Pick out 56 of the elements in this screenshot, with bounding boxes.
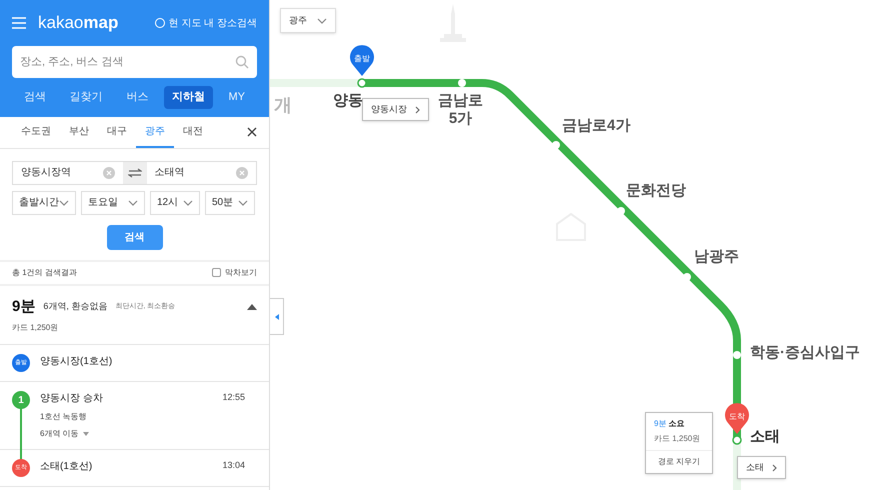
- chevron-right-icon: [415, 106, 420, 114]
- chevron-down-icon: [317, 18, 327, 24]
- search-field[interactable]: 장소, 주소, 버스 검색: [12, 46, 257, 78]
- chevron-down-icon: [183, 200, 193, 206]
- caret-icon: [82, 432, 89, 436]
- chevron-down-icon: [238, 200, 248, 206]
- route-duration: 9분 소요: [653, 418, 686, 430]
- time-select[interactable]: 50분: [205, 190, 255, 214]
- faded-station-label: 개: [274, 94, 292, 117]
- station-popup[interactable]: 소태: [737, 456, 786, 479]
- area-search-checkbox[interactable]: [154, 18, 165, 28]
- start-pin: 출발: [349, 45, 375, 77]
- stations-toggle[interactable]: 6개역 이동: [40, 428, 222, 440]
- region-select[interactable]: 광주: [280, 8, 336, 33]
- station-label: 소태: [750, 428, 780, 446]
- route-time: 9분: [12, 296, 36, 316]
- clear-route-button[interactable]: 경로 지우기: [646, 450, 712, 473]
- area-search-label: 현 지도 내 장소검색: [168, 16, 257, 30]
- region-tab[interactable]: 부산: [60, 116, 98, 148]
- station-label: 남광주: [694, 248, 739, 266]
- collapse-icon[interactable]: [247, 304, 257, 310]
- caret-left-icon: [274, 314, 278, 320]
- station-popup[interactable]: 양동시장: [362, 98, 429, 121]
- route-fare: 카드 1,250원: [653, 433, 702, 445]
- station-label: 금남로4가: [562, 117, 630, 135]
- route-stations: 6개역, 환승없음: [43, 300, 108, 313]
- chevron-right-icon: [772, 464, 777, 472]
- time-select[interactable]: 토요일: [81, 190, 145, 214]
- menu-icon[interactable]: [12, 17, 26, 29]
- route-fare: 카드 1,250원: [12, 322, 60, 334]
- step-line: 1호선 녹동행: [40, 411, 88, 423]
- step-time: 13:04: [222, 459, 246, 472]
- end-pin: 도착: [724, 403, 750, 435]
- last-train-checkbox[interactable]: [212, 268, 221, 277]
- close-icon[interactable]: [247, 127, 257, 137]
- station-label: 학동·증심사입구: [750, 344, 860, 362]
- collapse-panel-tab[interactable]: [270, 298, 284, 335]
- step-title: 양동시장 승차: [40, 392, 104, 406]
- chevron-down-icon: [128, 200, 138, 206]
- station-label: 문화전당: [626, 182, 686, 200]
- region-tab[interactable]: 수도권: [12, 116, 60, 148]
- line-badge: 1: [12, 391, 30, 409]
- last-train-label: 막차보기: [225, 266, 257, 278]
- region-tab[interactable]: 대구: [98, 116, 136, 148]
- step-title: 양동시장(1호선): [40, 355, 114, 369]
- step-title: 소태(1호선): [40, 460, 94, 474]
- station-label: 금남로 5가: [438, 92, 483, 128]
- time-select[interactable]: 12시: [150, 190, 200, 214]
- search-icon: [235, 55, 249, 69]
- nav-tab[interactable]: 지하철: [164, 86, 213, 108]
- region-tab[interactable]: 대전: [174, 116, 212, 148]
- result-count: 총 1건의 검색결과: [12, 266, 77, 278]
- step-time: 12:55: [222, 391, 246, 404]
- time-select[interactable]: 출발시간: [12, 190, 76, 214]
- station-label: 양동: [333, 92, 363, 110]
- chevron-down-icon: [59, 200, 69, 206]
